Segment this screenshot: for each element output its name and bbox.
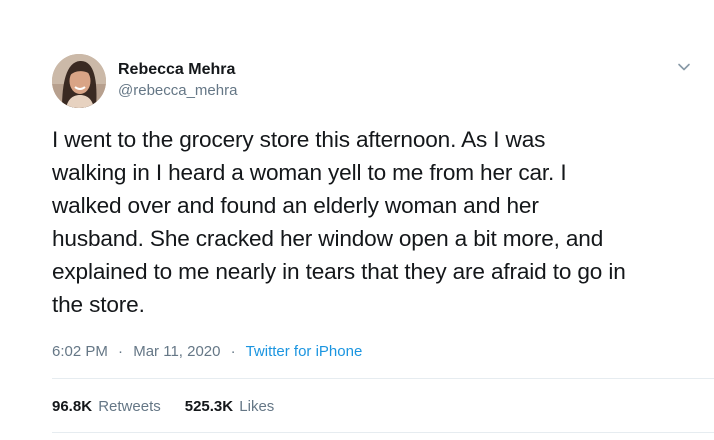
tweet-meta: 6:02 PM · Mar 11, 2020 · Twitter for iPh…: [52, 342, 362, 362]
user-info: Rebecca Mehra @rebecca_mehra: [118, 60, 237, 101]
tweet-header: Rebecca Mehra @rebecca_mehra: [52, 53, 237, 109]
tweet-time[interactable]: 6:02 PM: [52, 343, 108, 360]
retweets-count: 96.8K: [52, 398, 93, 415]
tweet-text-line: walking in I heard a woman yell to me fr…: [52, 160, 567, 185]
retweets-label: Retweets: [98, 398, 161, 415]
user-handle[interactable]: @rebecca_mehra: [118, 81, 237, 101]
tweet-text-line: explained to me nearly in tears that the…: [52, 259, 626, 284]
tweet-card: Rebecca Mehra @rebecca_mehra I went to t…: [0, 0, 714, 440]
avatar-photo: [52, 54, 106, 108]
likes-label: Likes: [239, 398, 275, 415]
tweet-text-line: I went to the grocery store this afterno…: [52, 127, 546, 152]
display-name[interactable]: Rebecca Mehra: [118, 60, 237, 80]
likes-count: 525.3K: [184, 398, 234, 415]
meta-separator: ·: [118, 343, 124, 360]
tweet-source-link[interactable]: Twitter for iPhone: [246, 343, 363, 360]
likes-stat[interactable]: 525.3K Likes: [185, 397, 275, 417]
divider: [52, 378, 714, 379]
tweet-text-line: husband. She cracked her window open a b…: [52, 226, 604, 251]
tweet-text-line: the store.: [52, 292, 145, 317]
meta-separator: ·: [230, 343, 236, 360]
tweet-text: I went to the grocery store this afterno…: [52, 123, 702, 321]
tweet-date[interactable]: Mar 11, 2020: [133, 343, 220, 360]
retweets-stat[interactable]: 96.8K Retweets: [52, 397, 161, 417]
avatar[interactable]: [52, 54, 106, 108]
divider: [52, 432, 714, 433]
tweet-text-line: walked over and found an elderly woman a…: [52, 193, 539, 218]
chevron-down-icon[interactable]: [675, 58, 693, 76]
tweet-stats: 96.8K Retweets 525.3K Likes: [52, 397, 298, 417]
